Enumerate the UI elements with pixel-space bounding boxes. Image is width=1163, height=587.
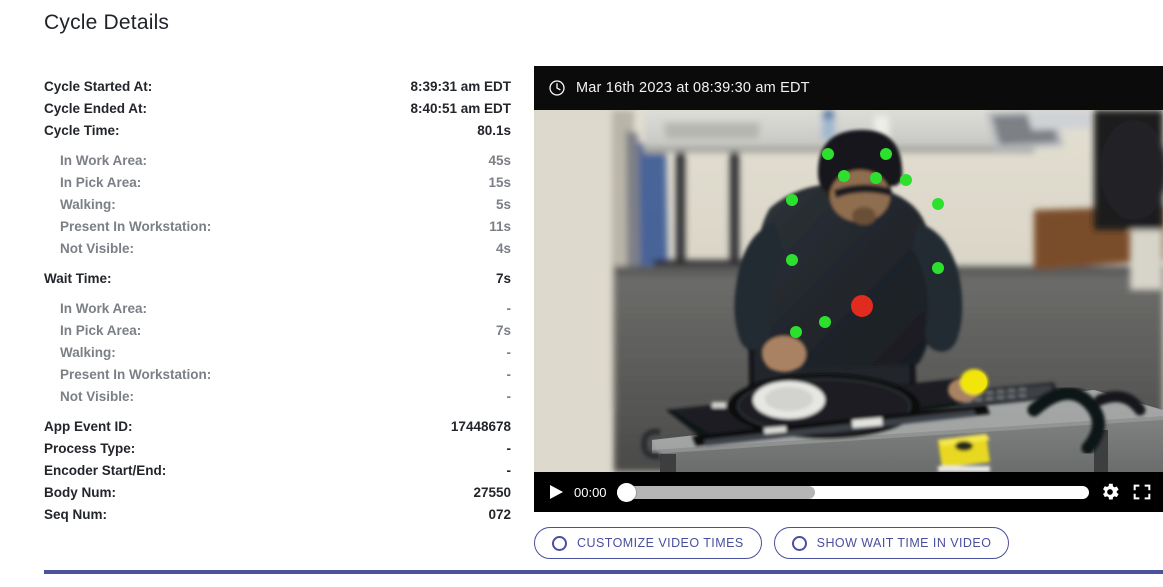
detail-row-value: - xyxy=(506,463,512,478)
detail-row-value: - xyxy=(506,367,512,382)
video-player[interactable]: Mar 16th 2023 at 08:39:30 am EDT 00:00 xyxy=(534,66,1163,512)
detail-row-value: 4s xyxy=(495,241,511,256)
detail-row-value: 7s xyxy=(495,323,511,338)
detail-row-value: - xyxy=(506,389,512,404)
detail-row: In Pick Area: 15s xyxy=(44,172,511,194)
detail-row-value: 072 xyxy=(488,507,511,522)
scrubber-handle[interactable] xyxy=(616,482,636,502)
video-progress-scrubber[interactable] xyxy=(616,482,1089,502)
clock-icon xyxy=(549,80,565,96)
detail-row-value: 8:40:51 am EDT xyxy=(410,101,511,116)
detail-row-value: 7s xyxy=(495,271,511,286)
detail-row-value: - xyxy=(506,301,512,316)
detail-row: Body Num: 27550 xyxy=(44,482,511,504)
video-current-time: 00:00 xyxy=(574,484,607,500)
row-group-spacer xyxy=(44,260,511,268)
detail-row: Cycle Ended At: 8:40:51 am EDT xyxy=(44,98,511,120)
detail-row: App Event ID: 17448678 xyxy=(44,416,511,438)
detail-row-label: Cycle Ended At: xyxy=(44,101,148,116)
video-timestamp-bar: Mar 16th 2023 at 08:39:30 am EDT xyxy=(534,66,1163,110)
detail-row: Present In Workstation: - xyxy=(44,364,511,386)
bottom-divider xyxy=(44,570,1163,574)
detail-row-value: - xyxy=(506,441,512,456)
circle-icon xyxy=(552,535,567,551)
detail-row-value: 15s xyxy=(488,175,511,190)
detail-row-label: Wait Time: xyxy=(44,271,112,286)
detail-row-label: Seq Num: xyxy=(44,507,108,522)
video-controls[interactable]: 00:00 xyxy=(534,472,1163,512)
detail-row-label: Not Visible: xyxy=(60,389,135,404)
detail-row-label: Encoder Start/End: xyxy=(44,463,167,478)
detail-row: Walking: - xyxy=(44,342,511,364)
detail-row: Not Visible: 4s xyxy=(44,238,511,260)
detail-row: In Work Area: - xyxy=(44,298,511,320)
detail-row-label: Body Num: xyxy=(44,485,116,500)
row-group-spacer xyxy=(44,142,511,150)
play-icon[interactable] xyxy=(548,483,564,501)
detail-row-value: 17448678 xyxy=(450,419,511,434)
detail-row-value: - xyxy=(506,345,512,360)
cycle-details-list: Cycle Started At: 8:39:31 am EDT Cycle End… xyxy=(44,76,511,526)
detail-row: In Pick Area: 7s xyxy=(44,320,511,342)
scrubber-buffered xyxy=(616,485,815,499)
action-button-label: CUSTOMIZE VIDEO TIMES xyxy=(577,536,744,550)
detail-row-label: In Pick Area: xyxy=(60,323,142,338)
detail-row-label: Process Type: xyxy=(44,441,136,456)
video-frame[interactable] xyxy=(534,110,1163,472)
detail-row-value: 11s xyxy=(489,219,511,234)
detail-row-label: Not Visible: xyxy=(60,241,135,256)
detail-row-label: In Work Area: xyxy=(60,153,148,168)
detail-row: Walking: 5s xyxy=(44,194,511,216)
detail-row-value: 27550 xyxy=(473,485,511,500)
detail-row-label: Walking: xyxy=(60,197,116,212)
action-button[interactable]: CUSTOMIZE VIDEO TIMES xyxy=(534,527,762,559)
video-frame-image xyxy=(534,110,1163,472)
detail-row-label: Cycle Time: xyxy=(44,123,120,138)
action-button[interactable]: SHOW WAIT TIME IN VIDEO xyxy=(773,527,1010,559)
detail-row: Process Type: - xyxy=(44,438,511,460)
detail-row-label: Cycle Started At: xyxy=(44,79,153,94)
cycle-details-page: Cycle Details Cycle Started At: 8:39:31 a… xyxy=(0,0,1163,587)
gear-icon[interactable] xyxy=(1099,481,1121,503)
detail-row: Not Visible: - xyxy=(44,386,511,408)
detail-row-label: Walking: xyxy=(60,345,116,360)
detail-row-label: Present In Workstation: xyxy=(60,219,212,234)
detail-row: Seq Num: 072 xyxy=(44,504,511,526)
detail-row: Encoder Start/End: - xyxy=(44,460,511,482)
fullscreen-icon[interactable] xyxy=(1131,481,1153,503)
video-timestamp-label: Mar 16th 2023 at 08:39:30 am EDT xyxy=(576,80,810,96)
detail-row-label: In Work Area: xyxy=(60,301,148,316)
detail-row-label: In Pick Area: xyxy=(60,175,142,190)
row-group-spacer xyxy=(44,408,511,416)
detail-row-value: 45s xyxy=(488,153,511,168)
detail-row-value: 5s xyxy=(495,197,511,212)
detail-row-value: 80.1s xyxy=(477,123,511,138)
detail-row: In Work Area: 45s xyxy=(44,150,511,172)
action-button-label: SHOW WAIT TIME IN VIDEO xyxy=(816,536,992,550)
detail-row: Wait Time: 7s xyxy=(44,268,511,290)
row-group-spacer xyxy=(44,290,511,298)
detail-row: Present In Workstation: 11s xyxy=(44,216,511,238)
detail-row-value: 8:39:31 am EDT xyxy=(410,79,511,94)
page-title: Cycle Details xyxy=(44,11,170,34)
detail-row: Cycle Time: 80.1s xyxy=(44,120,511,142)
circle-icon xyxy=(791,535,807,551)
video-action-buttons: CUSTOMIZE VIDEO TIMES SHOW WAIT TIME IN V… xyxy=(534,527,1010,559)
detail-row: Cycle Started At: 8:39:31 am EDT xyxy=(44,76,511,98)
detail-row-label: Present In Workstation: xyxy=(60,367,212,382)
detail-row-label: App Event ID: xyxy=(44,419,133,434)
